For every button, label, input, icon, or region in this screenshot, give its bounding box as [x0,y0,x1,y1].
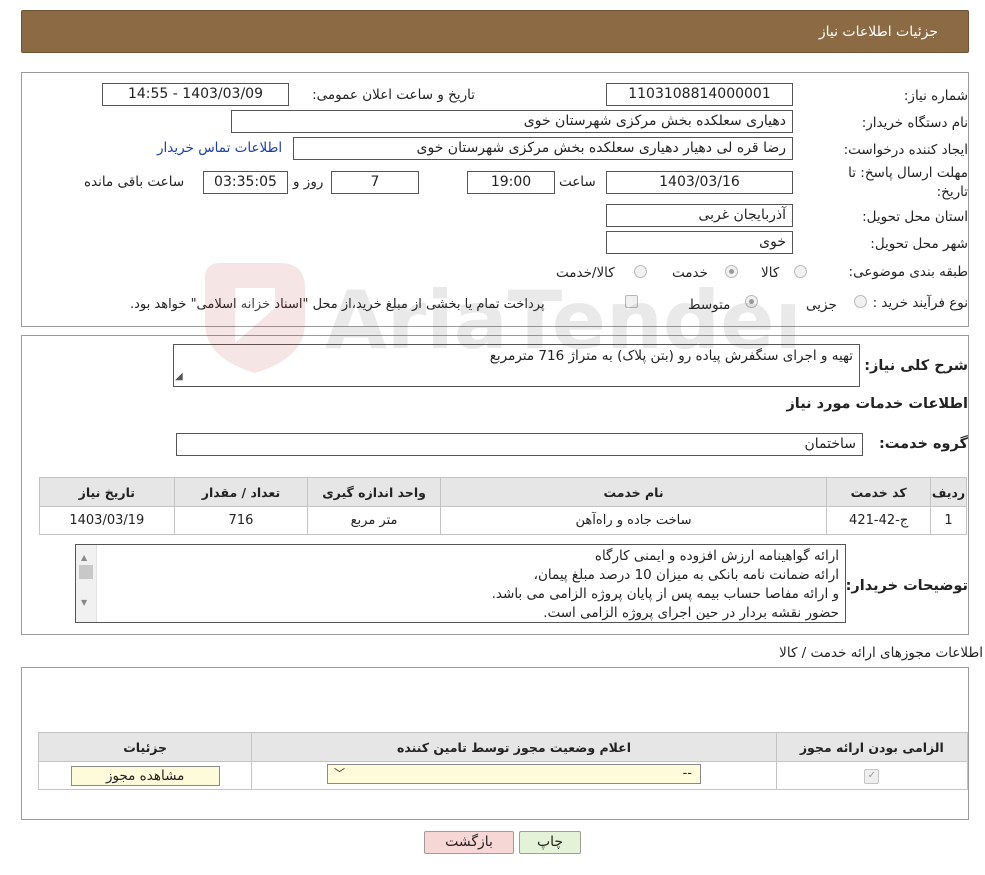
announce-datetime-field: 1403/03/09 - 14:55 [102,83,289,106]
cell-row-number: 1 [930,506,967,535]
treasury-bonds-checkbox[interactable] [625,295,638,308]
cell-service-code: ج-42-421 [826,506,932,535]
col-quantity: تعداد / مقدار [173,477,309,507]
col-service-name: نام خدمت [439,477,828,507]
notes-scrollbar[interactable]: ▲ ▼ [76,545,97,622]
category-goods-label: کالا [761,265,780,281]
services-table: ردیف کد خدمت نام خدمت واحد اندازه گیری ت… [39,477,967,535]
category-label: طبقه بندی موضوعی: [848,264,968,280]
service-group-field: ساختمان [176,433,863,456]
view-permit-button[interactable]: مشاهده مجوز [70,765,220,786]
buyer-org-label: نام دستگاه خریدار: [861,115,968,131]
summary-textarea[interactable]: تهیه و اجرای سنگفرش پیاده رو (بتن پلاک) … [173,344,860,387]
col-permit-details: جزئیات [37,732,253,762]
deadline-label-line1: مهلت ارسال پاسخ: تا [848,165,968,181]
col-unit: واحد اندازه گیری [307,477,441,507]
purchase-type-label: نوع فرآیند خرید : [872,295,968,311]
buyer-notes-label: توضیحات خریدار: [845,578,968,594]
resize-handle-icon[interactable]: ◢ [175,367,183,386]
table-row: 1 ج-42-421 ساخت جاده و راه‌آهن متر مربع … [39,506,967,535]
scroll-down-icon[interactable]: ▼ [81,593,87,612]
summary-text: تهیه و اجرای سنگفرش پیاده رو (بتن پلاک) … [489,348,853,364]
page-title: جزئیات اطلاعات نیاز [818,24,938,40]
city-label: شهر محل تحویل: [870,236,968,252]
remaining-time-label: ساعت باقی مانده [84,174,185,190]
cell-need-date: 1403/03/19 [39,506,175,535]
buyer-contact-link[interactable]: اطلاعات تماس خریدار [157,140,282,156]
deadline-time-label: ساعت [559,174,596,190]
province-label: استان محل تحویل: [862,209,968,225]
category-goods-service-label: کالا/خدمت [556,265,615,281]
table-row: ✓ -- ﹀ مشاهده مجوز [37,761,969,790]
purchase-minor-radio[interactable] [854,295,867,308]
scroll-thumb[interactable] [79,565,93,579]
page-header: جزئیات اطلاعات نیاز [21,10,969,53]
cell-permit-status: -- ﹀ [251,761,777,790]
buyer-org-field: دهیاری سعلکده بخش مرکزی شهرستان خوی [231,110,793,133]
col-need-date: تاریخ نیاز [39,477,175,507]
deadline-days-field: 7 [331,171,419,194]
category-service-label: خدمت [672,265,708,281]
category-service-radio[interactable] [725,265,738,278]
purchase-medium-radio[interactable] [745,295,758,308]
col-row-number: ردیف [930,477,967,507]
cell-unit: متر مربع [307,506,441,535]
chevron-down-icon: ﹀ [333,766,345,780]
need-number-field: 1103108814000001 [606,83,793,106]
buyer-note-line: ارائه ضمانت نامه بانکی به میزان 10 درصد … [533,567,839,583]
summary-label: شرح کلی نیاز: [864,358,968,374]
requester-label: ایجاد کننده درخواست: [843,142,968,158]
need-number-label: شماره نیاز: [903,88,968,104]
cell-permit-required: ✓ [775,761,969,790]
purchase-minor-label: جزیی [806,297,837,313]
remaining-time-field: 03:35:05 [203,171,288,194]
services-table-header: ردیف کد خدمت نام خدمت واحد اندازه گیری ت… [39,477,967,507]
cell-permit-details: مشاهده مجوز [37,761,253,790]
permit-status-select[interactable]: -- ﹀ [326,763,701,784]
permit-status-value: -- [682,765,692,781]
permits-section-title: اطلاعات مجوزهای ارائه خدمت / کالا [779,645,983,661]
col-permit-status: اعلام وضعیت مجوز توسط تامین کننده [251,732,777,762]
deadline-label-line2: تاریخ: [936,184,968,200]
services-section-title: اطلاعات خدمات مورد نیاز [786,396,968,412]
back-button[interactable]: بازگشت [424,831,514,854]
cell-service-name: ساخت جاده و راه‌آهن [439,506,828,535]
col-service-code: کد خدمت [826,477,932,507]
category-goods-service-radio[interactable] [634,265,647,278]
print-button[interactable]: چاپ [519,831,581,854]
permit-required-checkbox: ✓ [864,769,880,784]
buyer-note-line: ارائه گواهینامه ارزش افزوده و ایمنی کارگ… [594,548,839,564]
announce-datetime-label: تاریخ و ساعت اعلان عمومی: [312,87,475,103]
purchase-medium-label: متوسط [688,297,731,313]
deadline-days-label: روز و [293,174,324,190]
category-goods-radio[interactable] [794,265,807,278]
cell-quantity: 716 [173,506,309,535]
city-field: خوی [606,231,793,254]
deadline-time-field: 19:00 [467,171,555,194]
col-permit-required: الزامی بودن ارائه مجوز [775,732,969,762]
requester-field: رضا قره لی دهیار دهیاری سعلکده بخش مرکزی… [293,137,793,160]
province-field: آذربایجان غربی [606,204,793,227]
service-group-label: گروه خدمت: [878,436,968,452]
buyer-notes-textarea[interactable]: ارائه گواهینامه ارزش افزوده و ایمنی کارگ… [75,544,846,623]
buyer-note-line: حضور نقشه بردار در حین اجرای پروژه الزام… [543,605,839,621]
permits-table: الزامی بودن ارائه مجوز اعلام وضعیت مجوز … [37,732,969,790]
treasury-bonds-note: پرداخت تمام یا بخشی از مبلغ خرید،از محل … [130,297,545,312]
buyer-note-line: و ارائه مفاصا حساب بیمه پس از پایان پروژ… [491,586,839,602]
permits-table-header: الزامی بودن ارائه مجوز اعلام وضعیت مجوز … [37,732,969,762]
deadline-date-field: 1403/03/16 [606,171,793,194]
